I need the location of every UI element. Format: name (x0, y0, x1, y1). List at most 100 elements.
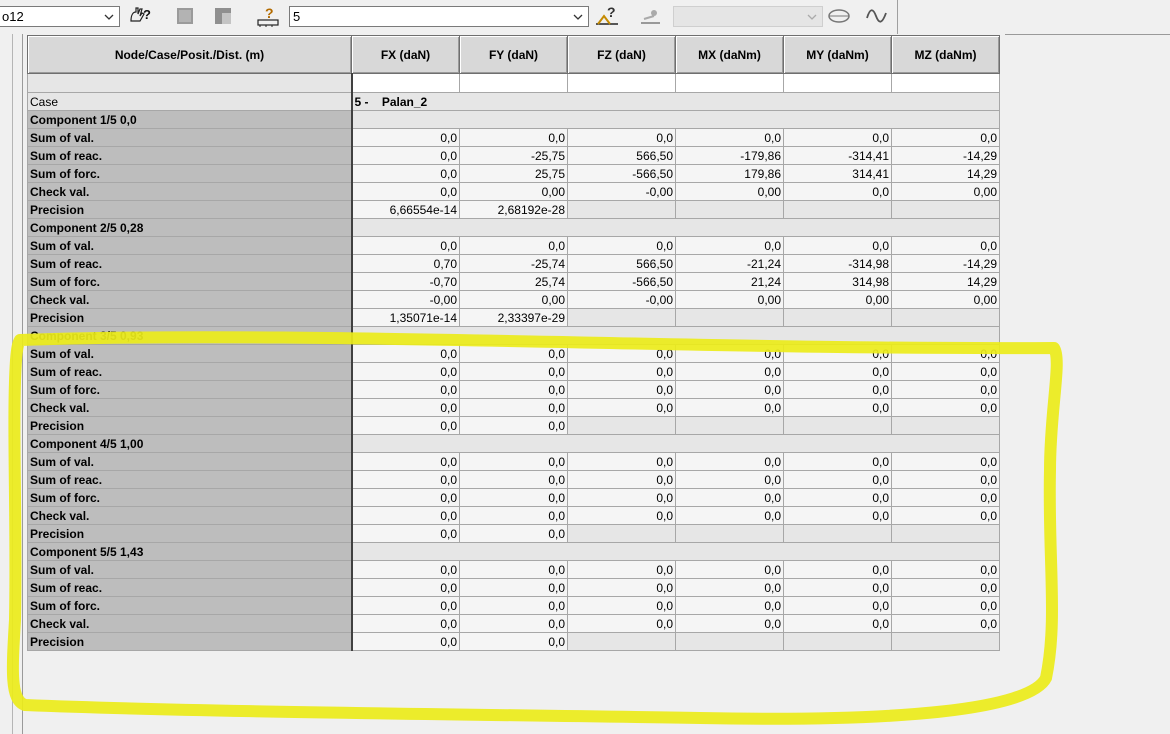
row-label[interactable]: Check val. (27, 398, 353, 417)
value-cell[interactable]: 0,00 (891, 182, 1000, 201)
value-cell[interactable]: 0,0 (351, 614, 460, 633)
value-cell[interactable]: 6,66554e-14 (351, 200, 460, 219)
value-cell[interactable]: 0,0 (459, 470, 568, 489)
table-cell[interactable] (567, 73, 676, 93)
value-cell[interactable]: 0,0 (459, 488, 568, 507)
case-value[interactable]: 5 - Palan_2 (351, 92, 1000, 111)
value-cell[interactable]: 0,0 (675, 614, 784, 633)
value-cell[interactable]: 0,0 (351, 488, 460, 507)
value-cell[interactable]: 0,0 (675, 344, 784, 363)
chevron-down-icon[interactable] (570, 7, 586, 26)
value-cell[interactable]: 0,0 (567, 362, 676, 381)
value-cell[interactable] (567, 308, 676, 327)
column-header[interactable]: MY (daNm) (783, 35, 892, 74)
value-cell[interactable]: 0,0 (351, 596, 460, 615)
value-cell[interactable]: 0,0 (459, 380, 568, 399)
value-cell[interactable] (783, 308, 892, 327)
case-selector-combo[interactable]: 5 (289, 6, 589, 27)
value-cell[interactable]: 0,0 (567, 488, 676, 507)
value-cell[interactable]: 0,00 (783, 290, 892, 309)
value-cell[interactable]: 0,0 (783, 236, 892, 255)
value-cell[interactable]: 0,0 (567, 560, 676, 579)
value-cell[interactable]: 0,0 (675, 578, 784, 597)
table-cell[interactable] (27, 73, 353, 93)
value-cell[interactable]: -0,00 (567, 290, 676, 309)
value-cell[interactable]: 0,0 (351, 344, 460, 363)
value-cell[interactable]: 0,0 (567, 452, 676, 471)
value-cell[interactable]: 0,0 (783, 470, 892, 489)
row-label[interactable]: Sum of val. (27, 128, 353, 147)
value-cell[interactable]: 0,0 (783, 344, 892, 363)
support-help-icon[interactable]: ? (256, 4, 282, 28)
value-cell[interactable] (783, 524, 892, 543)
value-cell[interactable]: 0,0 (783, 452, 892, 471)
value-cell[interactable]: 0,0 (351, 236, 460, 255)
value-cell[interactable]: 0,0 (459, 560, 568, 579)
row-label[interactable]: Precision (27, 524, 353, 543)
value-cell[interactable]: 0,0 (351, 632, 460, 651)
value-cell[interactable]: 0,0 (891, 560, 1000, 579)
component-title[interactable]: Component 1/5 0,0 (27, 110, 353, 129)
value-cell[interactable]: 0,0 (351, 182, 460, 201)
value-cell[interactable]: 0,0 (351, 164, 460, 183)
value-cell[interactable]: 0,0 (567, 128, 676, 147)
row-label[interactable]: Sum of val. (27, 236, 353, 255)
value-cell[interactable]: 0,0 (459, 236, 568, 255)
value-cell[interactable]: 0,0 (351, 146, 460, 165)
row-label[interactable]: Check val. (27, 290, 353, 309)
component-title[interactable]: Component 3/5 0,93 (27, 326, 353, 345)
value-cell[interactable]: 0,0 (783, 362, 892, 381)
value-cell[interactable]: 0,00 (891, 290, 1000, 309)
value-cell[interactable]: 0,0 (567, 506, 676, 525)
value-cell[interactable]: 0,0 (351, 380, 460, 399)
value-cell[interactable] (567, 416, 676, 435)
value-cell[interactable]: 1,35071e-14 (351, 308, 460, 327)
value-cell[interactable]: 0,0 (891, 488, 1000, 507)
value-cell[interactable]: 0,0 (891, 614, 1000, 633)
value-cell[interactable] (567, 200, 676, 219)
value-cell[interactable]: 0,0 (891, 362, 1000, 381)
component-title-filler[interactable] (351, 542, 1000, 561)
value-cell[interactable]: 21,24 (675, 272, 784, 291)
value-cell[interactable]: -566,50 (567, 164, 676, 183)
value-cell[interactable]: 0,0 (675, 128, 784, 147)
value-cell[interactable]: 0,0 (891, 398, 1000, 417)
value-cell[interactable]: -14,29 (891, 254, 1000, 273)
value-cell[interactable]: 0,0 (675, 488, 784, 507)
row-label[interactable]: Check val. (27, 614, 353, 633)
value-cell[interactable]: 0,0 (675, 506, 784, 525)
value-cell[interactable]: 0,0 (567, 596, 676, 615)
hand-help-icon[interactable]: ? (127, 4, 153, 28)
value-cell[interactable]: -25,75 (459, 146, 568, 165)
value-cell[interactable]: 0,0 (891, 344, 1000, 363)
load-icon[interactable] (638, 4, 664, 28)
value-cell[interactable]: 0,0 (459, 452, 568, 471)
wave-signal-icon[interactable] (864, 4, 890, 28)
value-cell[interactable]: 0,0 (675, 596, 784, 615)
value-cell[interactable]: 0,0 (675, 236, 784, 255)
value-cell[interactable]: 0,0 (459, 362, 568, 381)
value-cell[interactable]: 566,50 (567, 146, 676, 165)
value-cell[interactable] (675, 308, 784, 327)
value-cell[interactable]: 0,0 (459, 632, 568, 651)
value-cell[interactable]: 0,0 (675, 560, 784, 579)
row-label[interactable]: Sum of forc. (27, 164, 353, 183)
value-cell[interactable]: -179,86 (675, 146, 784, 165)
row-label[interactable]: Sum of reac. (27, 362, 353, 381)
row-label[interactable]: Precision (27, 416, 353, 435)
value-cell[interactable]: -314,41 (783, 146, 892, 165)
row-label[interactable]: Sum of reac. (27, 578, 353, 597)
value-cell[interactable]: 314,41 (783, 164, 892, 183)
value-cell[interactable]: -14,29 (891, 146, 1000, 165)
value-cell[interactable]: 2,68192e-28 (459, 200, 568, 219)
value-cell[interactable]: 0,0 (459, 578, 568, 597)
value-cell[interactable]: 0,0 (783, 128, 892, 147)
component-title-filler[interactable] (351, 326, 1000, 345)
row-label[interactable]: Sum of val. (27, 560, 353, 579)
column-header[interactable]: Node/Case/Posit./Dist. (m) (27, 35, 352, 74)
value-cell[interactable]: 0,0 (783, 578, 892, 597)
value-cell[interactable]: 0,0 (459, 398, 568, 417)
row-label[interactable]: Sum of reac. (27, 254, 353, 273)
value-cell[interactable]: 0,0 (567, 578, 676, 597)
value-cell[interactable]: 0,0 (891, 470, 1000, 489)
